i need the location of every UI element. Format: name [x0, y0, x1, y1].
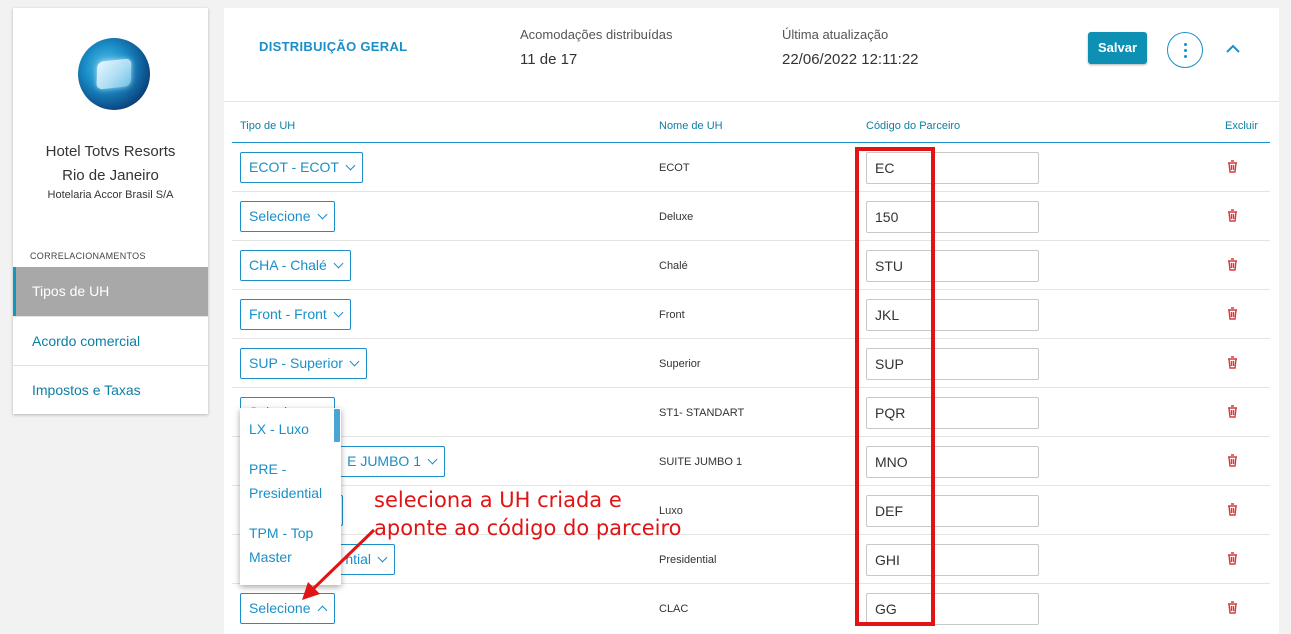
annotation-arrow [302, 528, 376, 600]
